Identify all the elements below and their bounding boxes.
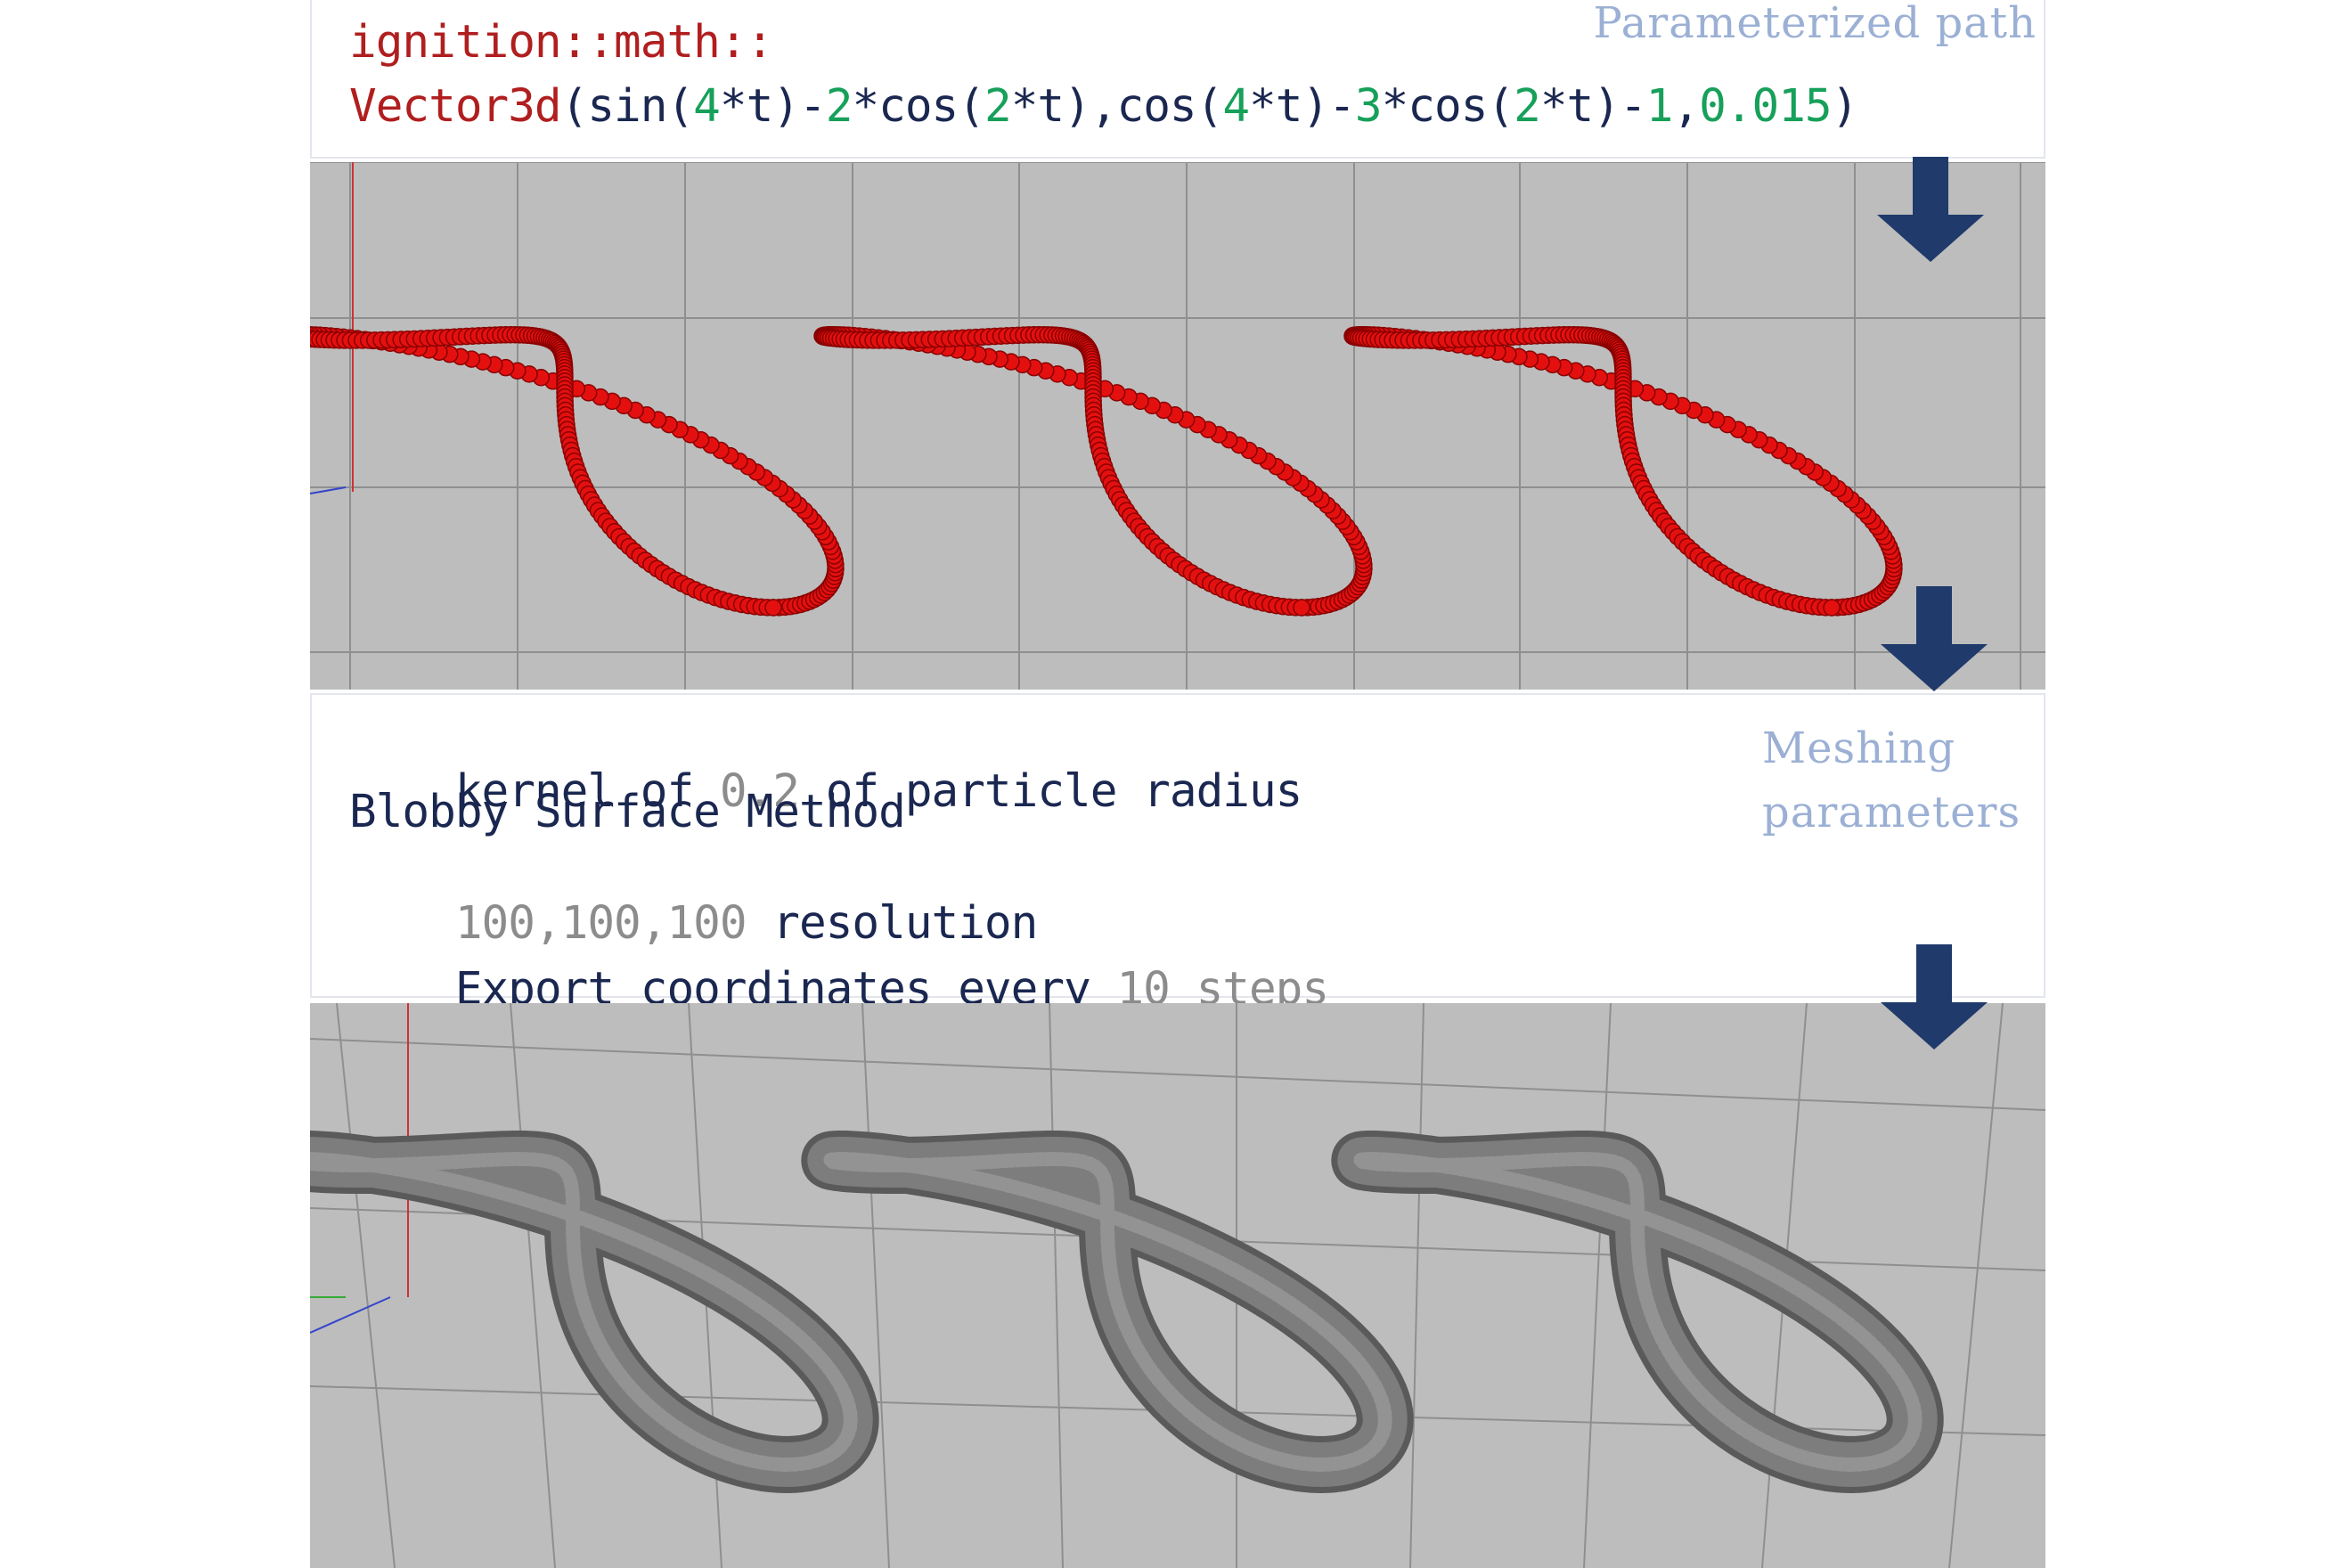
code-token: 2 <box>825 80 853 133</box>
code-expression: Vector3d(sin(4*t)-2*cos(2*t),cos(4*t)-3*… <box>349 84 1858 129</box>
particle-viewport <box>310 162 2045 690</box>
code-token: 4 <box>693 80 721 133</box>
code-token: (sin( <box>560 80 695 133</box>
code-token: *t)- <box>719 80 827 133</box>
code-token: 2 <box>984 80 1012 133</box>
arrow-down-icon <box>1876 944 1992 1051</box>
code-token: 4 <box>1222 80 1250 133</box>
parameterized-path-label: Parameterized path <box>1593 0 2037 48</box>
code-token: *t)- <box>1249 80 1356 133</box>
code-token: *cos( <box>1381 80 1515 133</box>
mesh-surface-render <box>310 1003 2045 1568</box>
code-token: *t)- <box>1539 80 1647 133</box>
particles <box>310 326 1903 617</box>
arrow-down-icon <box>1873 157 1988 264</box>
code-token: *t),cos( <box>1010 80 1224 133</box>
x-axis <box>310 1296 391 1334</box>
meshing-parameters-label: Meshing parameters <box>1762 723 2021 837</box>
arrow-down-icon <box>1876 586 1992 693</box>
meshing-parameters-panel: kernel of 0.2 of particle radius Blobby … <box>310 693 2045 1012</box>
particle-path-render <box>310 162 2045 690</box>
mesh-viewport <box>310 1003 2045 1568</box>
code-token: Vector3d <box>349 80 562 133</box>
code-token: 0.015 <box>1699 80 1833 133</box>
code-token: 3 <box>1354 80 1383 133</box>
code-panel: ignition::math:: Vector3d(sin(4*t)-2*cos… <box>310 0 2045 159</box>
code-namespace: ignition::math:: <box>349 16 773 69</box>
mesh-tube <box>310 1131 1944 1493</box>
method-line: Blobby Surface Method <box>349 786 906 838</box>
code-token: ) <box>1831 80 1859 133</box>
code-token: , <box>1672 80 1700 133</box>
code-token: 2 <box>1514 80 1541 133</box>
code-token: *cos( <box>852 80 985 133</box>
code-token: 1 <box>1645 80 1674 133</box>
x-axis <box>310 486 347 494</box>
